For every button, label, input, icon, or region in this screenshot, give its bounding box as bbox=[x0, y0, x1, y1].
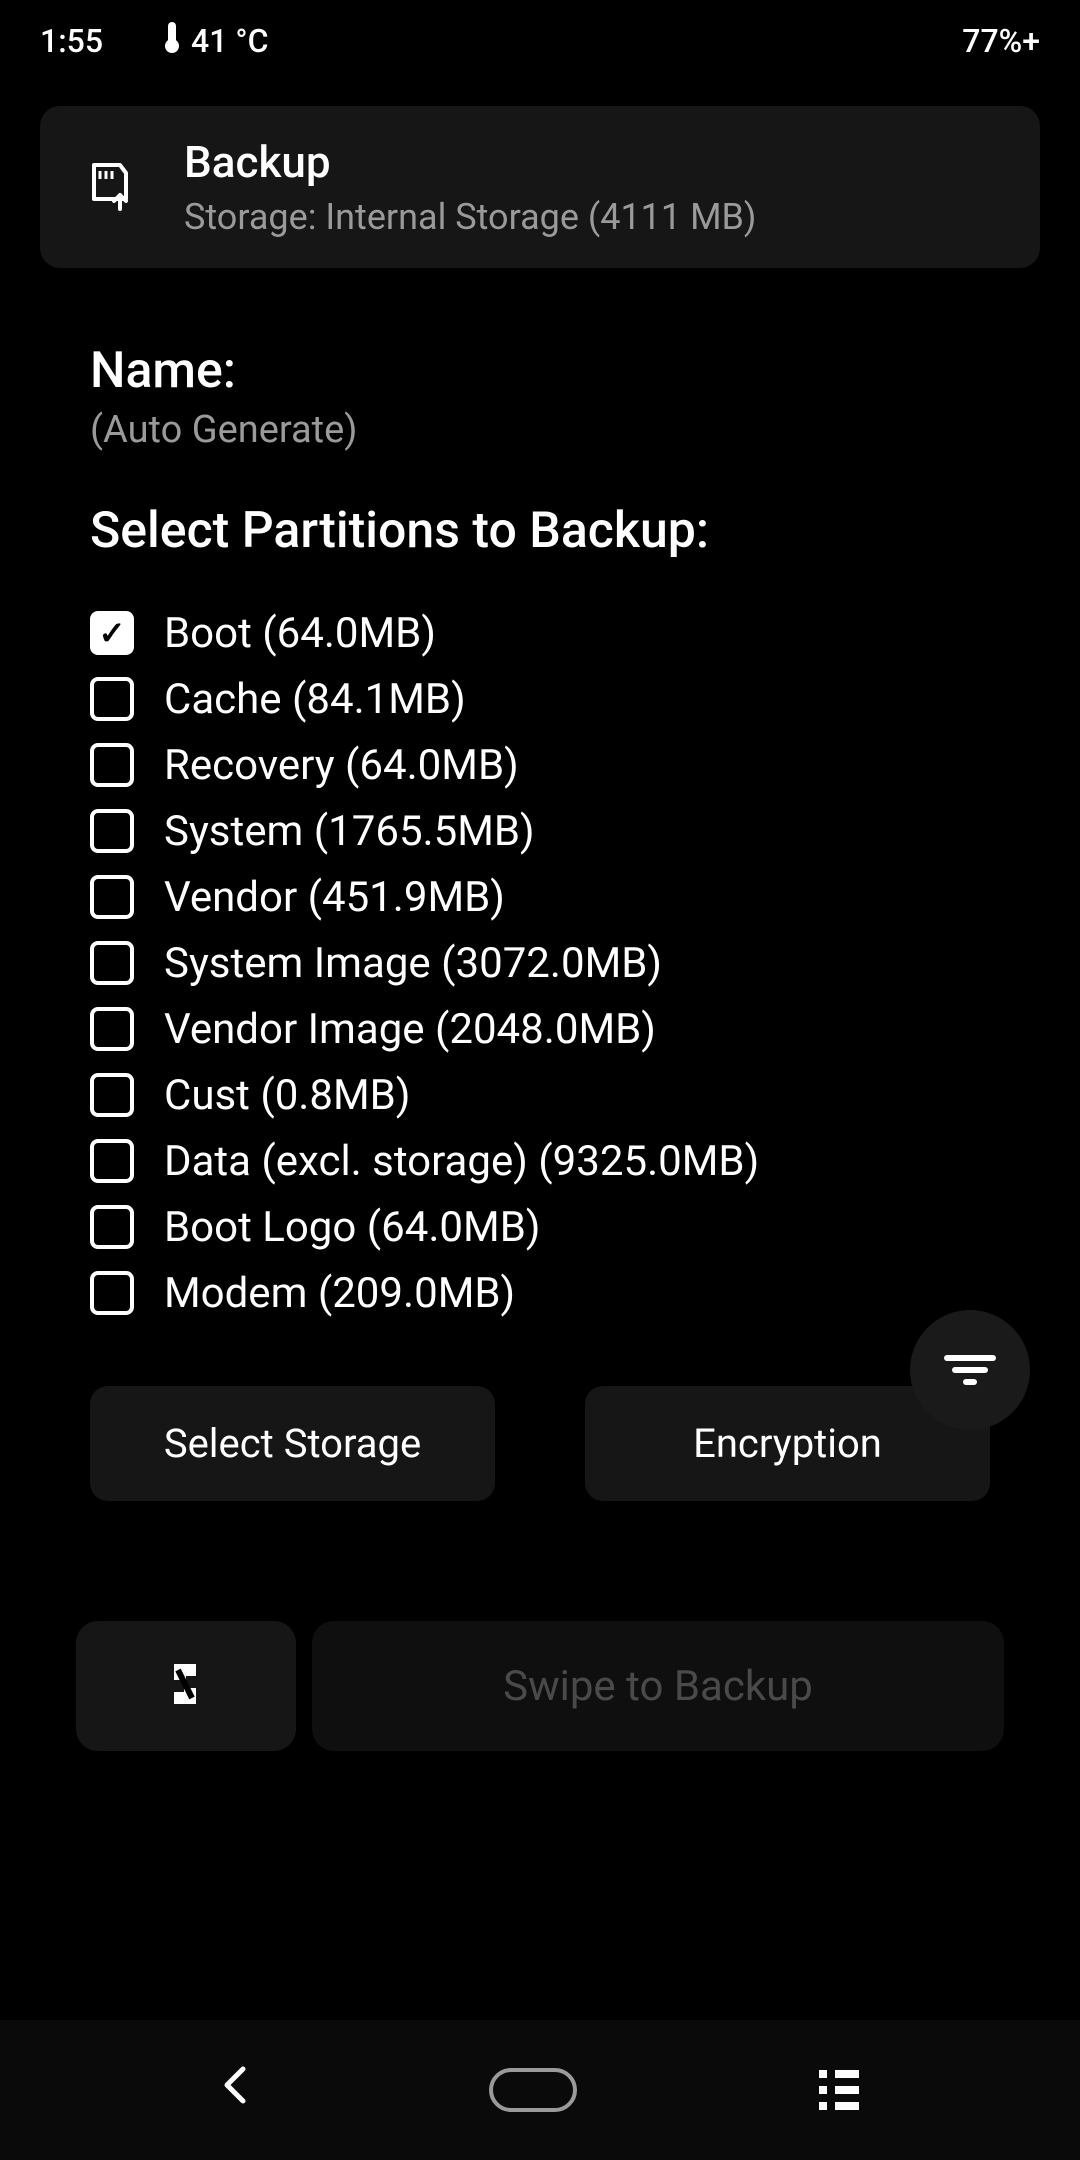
status-battery: 77%+ bbox=[962, 22, 1040, 60]
sd-card-backup-icon bbox=[80, 159, 136, 215]
swipe-handle[interactable] bbox=[76, 1621, 296, 1751]
partition-item[interactable]: Data (excl. storage) (9325.0MB) bbox=[90, 1128, 990, 1194]
filter-icon bbox=[944, 1355, 996, 1385]
nav-home-button[interactable] bbox=[489, 2068, 577, 2112]
partition-label: Data (excl. storage) (9325.0MB) bbox=[164, 1137, 759, 1186]
header-title: Backup bbox=[184, 136, 756, 188]
nav-back-button[interactable] bbox=[221, 2064, 247, 2116]
partition-label: Vendor (451.9MB) bbox=[164, 873, 505, 922]
partition-label: Boot (64.0MB) bbox=[164, 609, 436, 658]
partition-label: System (1765.5MB) bbox=[164, 807, 535, 856]
name-value: (Auto Generate) bbox=[90, 408, 990, 452]
name-label: Name: bbox=[90, 342, 990, 400]
status-temperature: 41 °C bbox=[191, 22, 268, 60]
partition-checkbox[interactable] bbox=[90, 1007, 134, 1051]
partition-checkbox[interactable] bbox=[90, 743, 134, 787]
partition-item[interactable]: System Image (3072.0MB) bbox=[90, 930, 990, 996]
swipe-track[interactable]: Swipe to Backup bbox=[312, 1621, 1004, 1751]
partitions-title: Select Partitions to Backup: bbox=[90, 502, 990, 560]
thermometer-icon bbox=[163, 20, 181, 62]
partition-checkbox[interactable] bbox=[90, 941, 134, 985]
partition-item[interactable]: Cache (84.1MB) bbox=[90, 666, 990, 732]
status-bar: 1:55 41 °C 77%+ bbox=[0, 0, 1080, 82]
partition-item[interactable]: System (1765.5MB) bbox=[90, 798, 990, 864]
backup-header-card[interactable]: Backup Storage: Internal Storage (4111 M… bbox=[40, 106, 1040, 268]
partition-item[interactable]: ✓ Boot (64.0MB) bbox=[90, 600, 990, 666]
partition-label: Recovery (64.0MB) bbox=[164, 741, 519, 790]
swipe-logo-icon bbox=[158, 1656, 214, 1716]
partition-item[interactable]: Cust (0.8MB) bbox=[90, 1062, 990, 1128]
partition-checkbox[interactable] bbox=[90, 1271, 134, 1315]
select-storage-button[interactable]: Select Storage bbox=[90, 1386, 495, 1501]
partition-label: Cache (84.1MB) bbox=[164, 675, 466, 724]
partition-item[interactable]: Modem (209.0MB) bbox=[90, 1260, 990, 1326]
partition-item[interactable]: Vendor Image (2048.0MB) bbox=[90, 996, 990, 1062]
partition-checkbox[interactable] bbox=[90, 875, 134, 919]
partition-label: Vendor Image (2048.0MB) bbox=[164, 1005, 656, 1054]
partition-label: System Image (3072.0MB) bbox=[164, 939, 662, 988]
checkmark-icon: ✓ bbox=[99, 614, 126, 652]
partition-label: Boot Logo (64.0MB) bbox=[164, 1203, 540, 1252]
navigation-bar bbox=[0, 2020, 1080, 2160]
partition-item[interactable]: Vendor (451.9MB) bbox=[90, 864, 990, 930]
filter-fab[interactable] bbox=[910, 1310, 1030, 1430]
partition-label: Modem (209.0MB) bbox=[164, 1269, 515, 1318]
partition-checkbox[interactable]: ✓ bbox=[90, 611, 134, 655]
partition-checkbox[interactable] bbox=[90, 677, 134, 721]
partition-list: ✓ Boot (64.0MB) Cache (84.1MB) Recovery (64… bbox=[90, 600, 990, 1326]
header-subtitle: Storage: Internal Storage (4111 MB) bbox=[184, 196, 756, 238]
nav-list-button[interactable] bbox=[819, 2070, 859, 2110]
status-time: 1:55 bbox=[40, 22, 103, 60]
partition-label: Cust (0.8MB) bbox=[164, 1071, 410, 1120]
name-section[interactable]: Name: (Auto Generate) bbox=[90, 342, 990, 452]
partition-item[interactable]: Boot Logo (64.0MB) bbox=[90, 1194, 990, 1260]
partition-item[interactable]: Recovery (64.0MB) bbox=[90, 732, 990, 798]
partition-checkbox[interactable] bbox=[90, 1073, 134, 1117]
partition-checkbox[interactable] bbox=[90, 1139, 134, 1183]
partition-checkbox[interactable] bbox=[90, 809, 134, 853]
partition-checkbox[interactable] bbox=[90, 1205, 134, 1249]
